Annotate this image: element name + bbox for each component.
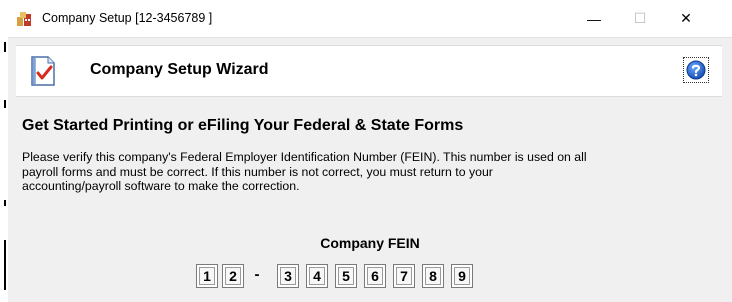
app-icon <box>17 12 31 26</box>
close-button[interactable]: ✕ <box>663 0 709 37</box>
title-bar[interactable]: Company Setup [12-3456789 ] — ☐ ✕ <box>8 0 732 38</box>
help-icon <box>686 60 706 80</box>
edge-tick <box>4 42 6 52</box>
fein-label: Company FEIN <box>320 235 420 251</box>
instructions-line: accounting/payroll software to make the … <box>22 179 300 193</box>
fein-digit-box[interactable]: 7 <box>393 264 415 288</box>
fein-digit-box[interactable]: 9 <box>451 264 473 288</box>
fein-digit-box[interactable]: 2 <box>222 264 244 288</box>
edge-tick <box>4 240 6 290</box>
help-button[interactable] <box>683 57 709 83</box>
edge-tick <box>4 200 6 206</box>
maximize-button[interactable]: ☐ <box>617 0 663 37</box>
instructions-line: payroll forms and must be correct. If th… <box>22 164 493 179</box>
checklist-document-icon <box>31 56 55 86</box>
minimize-button[interactable]: — <box>571 0 617 37</box>
wizard-header: Company Setup Wizard <box>16 45 722 97</box>
instructions-line: Please verify this company's Federal Emp… <box>22 150 587 164</box>
minimize-icon: — <box>587 10 601 27</box>
background-window-edge <box>0 0 8 302</box>
instructions-text: Please verify this company's Federal Emp… <box>22 150 722 194</box>
close-icon: ✕ <box>680 10 692 26</box>
fein-digit-box[interactable]: 5 <box>335 264 357 288</box>
wizard-title: Company Setup Wizard <box>90 61 269 78</box>
maximize-icon: ☐ <box>633 10 647 26</box>
edge-tick <box>4 100 6 108</box>
window-title: Company Setup [12-3456789 ] <box>42 11 213 25</box>
fein-digit-box[interactable]: 1 <box>196 264 218 288</box>
fein-digit-box[interactable]: 4 <box>306 264 328 288</box>
fein-digit-box[interactable]: 3 <box>277 264 299 288</box>
page-heading: Get Started Printing or eFiling Your Fed… <box>22 117 464 134</box>
fein-digit-box[interactable]: 6 <box>364 264 386 288</box>
fein-separator: - <box>254 266 260 283</box>
fein-digit-box[interactable]: 8 <box>422 264 444 288</box>
company-setup-window: Company Setup [12-3456789 ] — ☐ ✕ Compan… <box>0 0 732 302</box>
